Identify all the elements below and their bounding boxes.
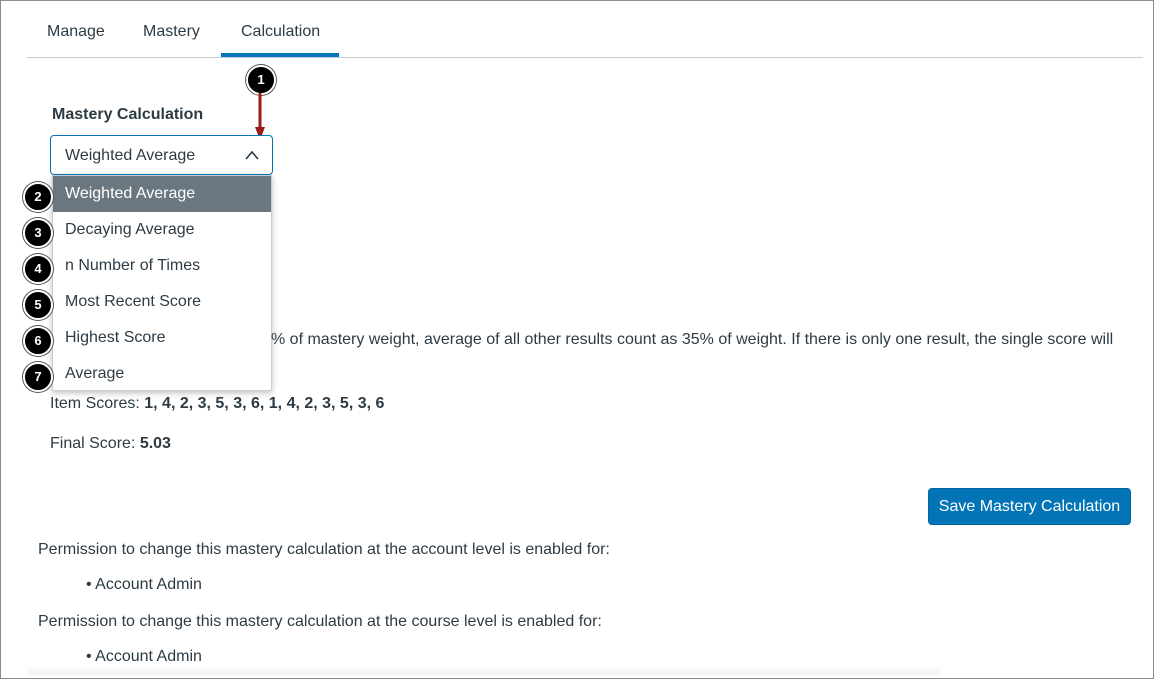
final-score: Final Score: 5.03 <box>50 435 171 453</box>
menu-item-most-recent-score[interactable]: Most Recent Score <box>53 284 271 320</box>
tab-mastery[interactable]: Mastery <box>143 23 200 41</box>
scroll-fade <box>27 665 941 675</box>
menu-item-n-number-of-times[interactable]: n Number of Times <box>53 248 271 284</box>
item-scores-label: Item Scores: <box>50 395 145 412</box>
account-role-item: • Account Admin <box>86 576 202 593</box>
save-mastery-calculation-button[interactable]: Save Mastery Calculation <box>928 488 1131 525</box>
tab-manage[interactable]: Manage <box>47 23 105 41</box>
tab-bar: Manage Mastery Calculation <box>27 1 1143 58</box>
course-permission-text: Permission to change this mastery calcul… <box>38 613 602 630</box>
callout-badge-5: 5 <box>23 290 53 320</box>
account-permission-text: Permission to change this mastery calcul… <box>38 541 610 558</box>
callout-badge-7: 7 <box>23 362 53 392</box>
callout-badge-4: 4 <box>23 254 53 284</box>
item-scores: Item Scores: 1, 4, 2, 3, 5, 3, 6, 1, 4, … <box>50 395 384 413</box>
item-scores-value: 1, 4, 2, 3, 5, 3, 6, 1, 4, 2, 3, 5, 3, 6 <box>144 395 385 412</box>
section-title: Mastery Calculation <box>52 106 204 123</box>
course-role-item: • Account Admin <box>86 648 202 665</box>
callout-badge-1: 1 <box>246 65 276 95</box>
menu-item-highest-score[interactable]: Highest Score <box>53 320 271 356</box>
callout-badge-2: 2 <box>23 182 53 212</box>
callout-arrow <box>255 93 265 140</box>
callout-badge-6: 6 <box>23 326 53 356</box>
account-role-label: Account Admin <box>95 576 202 593</box>
select-value: Weighted Average <box>65 147 196 164</box>
calculation-description: % of mastery weight, average of all othe… <box>271 331 1114 348</box>
chevron-up-icon <box>245 150 259 160</box>
callout-badge-3: 3 <box>23 218 53 248</box>
final-score-value: 5.03 <box>139 435 171 452</box>
calculation-dropdown-menu: Weighted Average Decaying Average n Numb… <box>52 175 272 391</box>
menu-item-average[interactable]: Average <box>53 356 271 392</box>
final-score-label: Final Score: <box>50 435 140 452</box>
menu-item-weighted-average[interactable]: Weighted Average <box>53 176 271 212</box>
menu-item-decaying-average[interactable]: Decaying Average <box>53 212 271 248</box>
mastery-calculation-select[interactable]: Weighted Average <box>50 135 273 175</box>
active-tab-indicator <box>221 53 339 57</box>
tab-calculation[interactable]: Calculation <box>241 23 320 41</box>
app-frame: Manage Mastery Calculation Mastery Calcu… <box>0 0 1154 679</box>
course-role-label: Account Admin <box>95 648 202 665</box>
